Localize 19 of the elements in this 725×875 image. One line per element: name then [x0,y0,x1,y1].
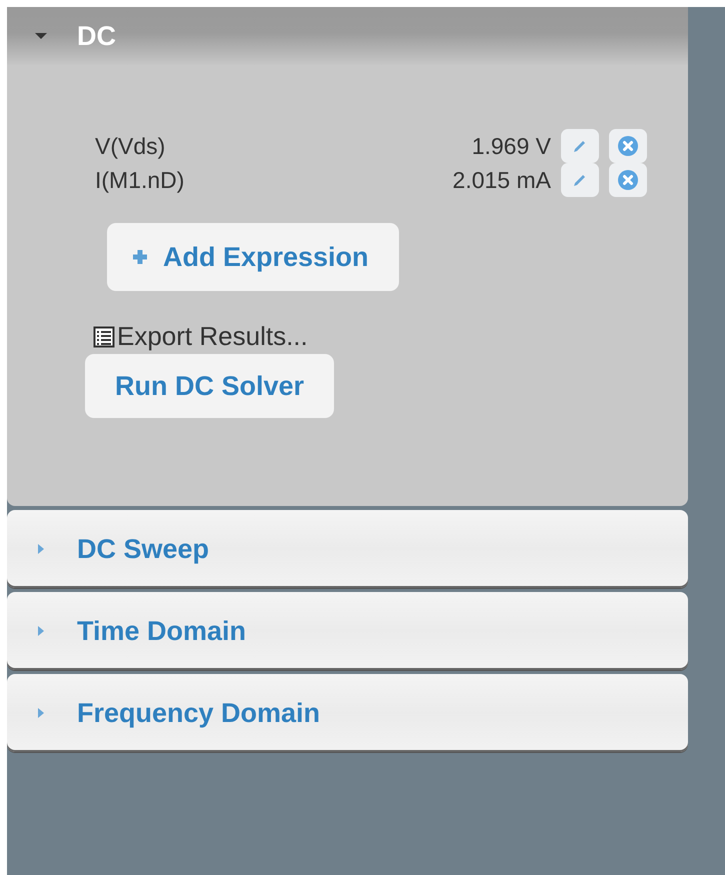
expression-value: 2.015 mA [452,166,551,194]
expression-name: V(Vds) [94,132,166,160]
section-header[interactable]: DC Sweep [7,510,688,588]
table-icon [93,326,115,348]
section-header[interactable]: Frequency Domain [7,674,688,752]
section-header[interactable]: Time Domain [7,592,688,670]
run-solver-button[interactable]: Run DC Solver [85,354,334,418]
section-header[interactable]: DC [7,7,688,65]
close-icon [617,169,639,191]
remove-button[interactable] [609,163,647,197]
edit-button[interactable] [561,129,599,163]
export-results-link[interactable]: Export Results... [93,321,308,352]
edit-button[interactable] [561,163,599,197]
add-expression-button[interactable]: Add Expression [107,223,399,291]
plus-icon [131,248,149,266]
close-icon [617,135,639,157]
expression-name: I(M1.nD) [94,166,186,194]
remove-button[interactable] [609,129,647,163]
expression-value: 1.969 V [472,132,551,160]
